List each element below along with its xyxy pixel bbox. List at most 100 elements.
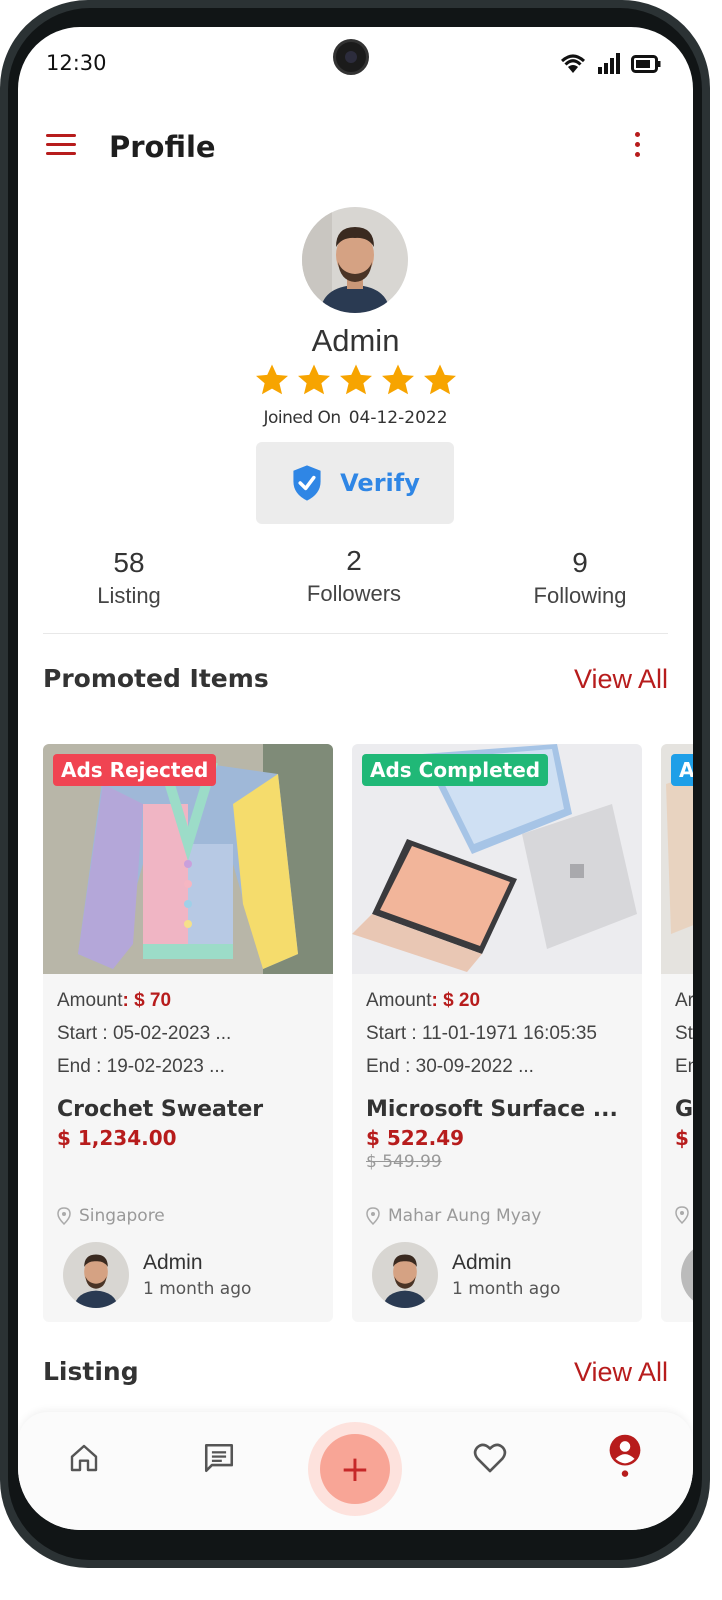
chat-icon[interactable] xyxy=(197,1436,241,1480)
home-icon[interactable] xyxy=(62,1436,106,1480)
listing-view-all-link[interactable]: View All xyxy=(574,1357,668,1388)
status-icons xyxy=(559,53,661,75)
owner-avatar xyxy=(63,1242,129,1308)
app-bar: Profile xyxy=(18,122,693,182)
front-camera xyxy=(333,39,369,75)
amount-value: : $ 20 xyxy=(431,990,481,1011)
stat-value: 58 xyxy=(113,547,145,578)
promoted-header: Promoted Items View All xyxy=(43,664,668,704)
stat-following[interactable]: 9 Following xyxy=(490,547,670,609)
card-details: Ar St En G $ xyxy=(675,984,693,1150)
more-options-icon[interactable] xyxy=(631,132,643,164)
star-icon xyxy=(340,364,372,395)
item-title: Crochet Sweater xyxy=(57,1097,264,1122)
end-date: End : 30-09-2022 ... xyxy=(366,1056,534,1077)
item-original-price: $ 549.99 xyxy=(366,1152,442,1172)
status-time: 12:30 xyxy=(46,51,107,75)
ad-status-badge: Ads Completed xyxy=(362,754,549,786)
card-details: Amount: $ 70 Start : 05-02-2023 ... End … xyxy=(57,984,323,1150)
listing-header: Listing View All xyxy=(43,1357,668,1397)
ad-status-badge: A xyxy=(671,754,693,786)
item-image: Ads Rejected xyxy=(43,744,333,974)
stat-value: 9 xyxy=(572,547,588,578)
item-location xyxy=(675,1206,689,1224)
location-pin-icon xyxy=(57,1207,71,1225)
start-date: Start : 05-02-2023 ... xyxy=(57,1023,232,1044)
menu-icon[interactable] xyxy=(46,134,80,162)
app-screen: 12:30 Profile Admin Joined On 04-12-2022… xyxy=(18,27,693,1530)
item-owner[interactable] xyxy=(681,1242,693,1308)
item-owner[interactable]: Admin 1 month ago xyxy=(372,1242,560,1308)
joined-info: Joined On 04-12-2022 xyxy=(18,408,693,428)
item-image: A xyxy=(661,744,693,974)
owner-avatar xyxy=(681,1242,693,1308)
promoted-view-all-link[interactable]: View All xyxy=(574,664,668,695)
rating-stars xyxy=(254,363,458,397)
star-icon xyxy=(298,364,330,395)
item-image: Ads Completed xyxy=(352,744,642,974)
stat-label: Followers xyxy=(306,581,402,606)
item-location: Mahar Aung Myay xyxy=(366,1206,541,1226)
battery-icon xyxy=(631,55,661,73)
wifi-icon xyxy=(560,54,586,73)
signal-icon xyxy=(598,53,620,74)
item-location: Singapore xyxy=(57,1206,165,1226)
end-date: End : 19-02-2023 ... xyxy=(57,1056,225,1077)
divider xyxy=(43,633,668,634)
stat-followers[interactable]: 2 Followers xyxy=(264,545,444,607)
amount-label: Amount xyxy=(366,990,432,1011)
owner-name: Admin xyxy=(452,1251,512,1274)
listing-title: Listing xyxy=(43,1357,139,1386)
promoted-carousel[interactable]: Ads Rejected Amount: $ 70 Start : 05-02-… xyxy=(43,744,693,1324)
end-date: En xyxy=(675,1056,693,1077)
item-title: Microsoft Surface ... xyxy=(366,1097,618,1122)
start-date: Start : 11-01-1971 16:05:35 xyxy=(366,1023,597,1044)
owner-name: Admin xyxy=(143,1251,203,1274)
amount-line: Amount: $ 20 xyxy=(366,984,632,1017)
amount-label: Amount xyxy=(57,990,123,1011)
verify-label: Verify xyxy=(340,469,420,497)
stat-label: Following xyxy=(533,583,627,608)
item-owner[interactable]: Admin 1 month ago xyxy=(63,1242,251,1308)
stat-label: Listing xyxy=(97,583,161,608)
add-icon[interactable]: + xyxy=(320,1434,390,1504)
star-icon xyxy=(256,364,288,395)
amount-line: Amount: $ 70 xyxy=(57,984,323,1017)
status-bar: 12:30 xyxy=(18,27,693,107)
ad-status-badge: Ads Rejected xyxy=(53,754,217,786)
joined-date: 04-12-2022 xyxy=(348,408,448,428)
card-details: Amount: $ 20 Start : 11-01-1971 16:05:35… xyxy=(366,984,632,1172)
shield-check-icon xyxy=(293,465,321,501)
heart-icon[interactable] xyxy=(468,1436,512,1480)
location-text: Singapore xyxy=(79,1206,165,1226)
profile-avatar[interactable] xyxy=(302,207,408,313)
posted-time: 1 month ago xyxy=(452,1279,561,1299)
bottom-navigation: + xyxy=(18,1412,693,1530)
start-date: St xyxy=(675,1023,693,1044)
verify-button[interactable]: Verify xyxy=(256,442,454,524)
location-pin-icon xyxy=(675,1206,689,1224)
stat-value: 2 xyxy=(346,545,362,576)
location-text: Mahar Aung Myay xyxy=(388,1206,542,1226)
promoted-title: Promoted Items xyxy=(43,664,269,693)
location-pin-icon xyxy=(366,1207,380,1225)
owner-avatar xyxy=(372,1242,438,1308)
stat-listing[interactable]: 58 Listing xyxy=(39,547,219,609)
item-price: $ 1,234.00 xyxy=(57,1126,177,1150)
profile-name: Admin xyxy=(311,323,400,358)
star-icon xyxy=(424,364,456,395)
page-title: Profile xyxy=(109,130,216,164)
star-icon xyxy=(382,364,414,395)
promoted-card[interactable]: Ads Rejected Amount: $ 70 Start : 05-02-… xyxy=(43,744,333,1322)
amount-label: Ar xyxy=(675,990,693,1011)
item-price: $ 522.49 xyxy=(366,1126,465,1150)
item-title: G xyxy=(675,1097,693,1122)
profile-icon[interactable] xyxy=(603,1434,647,1478)
amount-value: : $ 70 xyxy=(122,990,172,1011)
promoted-card[interactable]: A Ar St En G $ xyxy=(661,744,693,1322)
profile-stats: 58 Listing 2 Followers 9 Following xyxy=(18,545,693,617)
promoted-card[interactable]: Ads Completed Amount: $ 20 Start : 11-01… xyxy=(352,744,642,1322)
posted-time: 1 month ago xyxy=(143,1279,252,1299)
joined-label: Joined On xyxy=(263,408,341,428)
item-price: $ xyxy=(675,1126,689,1150)
